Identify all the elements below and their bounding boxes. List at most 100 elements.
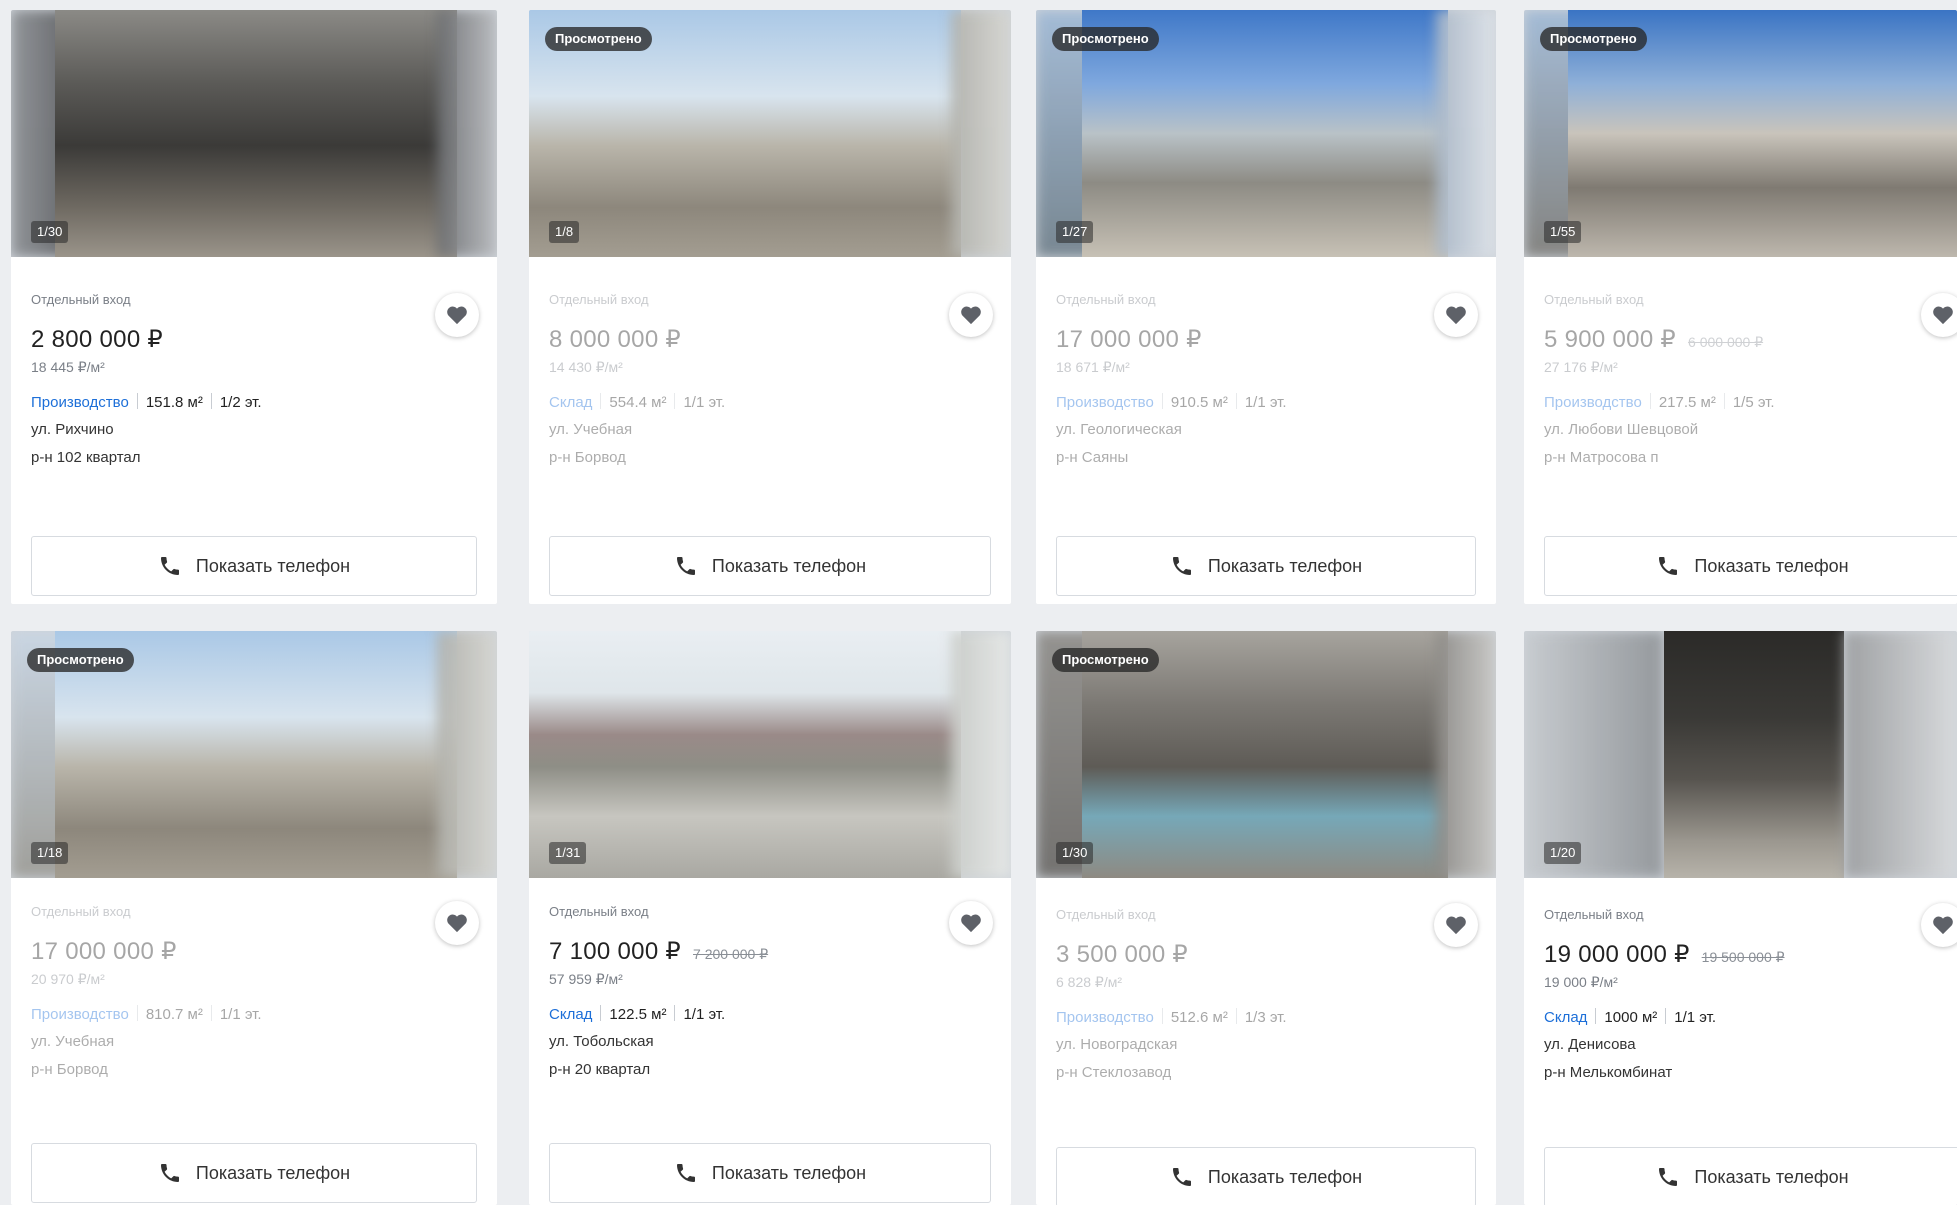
entrance-tag: Отдельный вход [1056, 907, 1156, 922]
show-phone-button[interactable]: Показать телефон [1056, 536, 1476, 596]
show-phone-button[interactable]: Показать телефон [549, 1143, 991, 1203]
show-phone-button[interactable]: Показать телефон [31, 536, 477, 596]
street: ул. Рихчино [31, 421, 114, 438]
entrance-tag: Отдельный вход [549, 292, 649, 307]
phone-icon [1659, 557, 1678, 575]
area: 810.7 м² [145, 1006, 203, 1023]
listing-card[interactable]: 1/31 Отдельный вход 7 100 000 ₽ 7 200 00… [529, 631, 1011, 1205]
listing-photo[interactable]: Просмотрено 1/30 [1036, 631, 1496, 878]
show-phone-button[interactable]: Показать телефон [549, 536, 991, 596]
show-phone-label: Показать телефон [195, 1162, 351, 1183]
listing-card[interactable]: Просмотрено 1/8 Отдельный вход 8 000 000… [529, 10, 1011, 604]
photo-counter: 1/27 [1056, 221, 1094, 243]
listing-photo[interactable]: Просмотрено 1/27 [1036, 10, 1496, 257]
price: 7 100 000 ₽ [549, 938, 682, 965]
price-per-m2: 14 430 ₽/м² [549, 359, 623, 375]
property-type-link[interactable]: Производство [1056, 1009, 1154, 1026]
price-per-m2: 20 970 ₽/м² [31, 971, 105, 987]
listing-photo[interactable]: 1/30 [11, 10, 497, 257]
property-type-link[interactable]: Склад [549, 1006, 592, 1023]
listing-card[interactable]: Просмотрено 1/27 Отдельный вход 17 000 0… [1036, 10, 1496, 604]
price: 19 000 000 ₽ [1544, 941, 1690, 968]
floor: 1/1 эт. [683, 394, 726, 411]
entrance-tag: Отдельный вход [1544, 907, 1644, 922]
street: ул. Тобольская [549, 1033, 654, 1050]
entrance-tag: Отдельный вход [1544, 292, 1644, 307]
phone-icon [160, 1164, 179, 1182]
street: ул. Учебная [549, 421, 633, 438]
photo-counter: 1/20 [1544, 842, 1582, 864]
entrance-tag: Отдельный вход [549, 904, 649, 919]
old-price: 6 000 000 ₽ [1688, 334, 1764, 350]
property-type-link[interactable]: Производство [1544, 394, 1642, 411]
show-phone-label: Показать телефон [1694, 555, 1849, 576]
entrance-tag: Отдельный вход [1056, 292, 1156, 307]
listing-card[interactable]: Просмотрено 1/30 Отдельный вход 3 500 00… [1036, 631, 1496, 1205]
price: 2 800 000 ₽ [31, 326, 164, 353]
phone-icon [1659, 1168, 1678, 1186]
floor: 1/1 эт. [683, 1006, 726, 1023]
show-phone-button[interactable]: Показать телефон [1056, 1147, 1476, 1205]
floor: 1/1 эт. [1244, 394, 1287, 411]
price: 17 000 000 ₽ [1056, 326, 1202, 353]
photo-counter: 1/31 [549, 842, 587, 864]
property-type-link[interactable]: Склад [549, 394, 592, 411]
price-per-m2: 27 176 ₽/м² [1544, 359, 1618, 375]
show-phone-button[interactable]: Показать телефон [1544, 536, 1957, 596]
district: р-н Саяны [1056, 449, 1129, 466]
street: ул. Геологическая [1056, 421, 1182, 438]
phone-icon [160, 557, 179, 575]
show-phone-label: Показать телефон [1207, 555, 1363, 576]
viewed-badge: Просмотрено [27, 648, 134, 672]
property-type-link[interactable]: Производство [31, 1006, 129, 1023]
listing-info: Отдельный вход 7 100 000 ₽ 7 200 000 ₽ 5… [549, 903, 991, 1081]
phone-icon [1172, 557, 1191, 575]
listing-card[interactable]: 1/20 Отдельный вход 19 000 000 ₽ 19 500 … [1524, 631, 1957, 1205]
phone-icon [676, 1164, 695, 1182]
viewed-badge: Просмотрено [1540, 27, 1647, 51]
price-per-m2: 19 000 ₽/м² [1544, 974, 1618, 990]
listing-photo[interactable]: Просмотрено 1/18 [11, 631, 497, 878]
area: 910.5 м² [1170, 394, 1228, 411]
show-phone-label: Показать телефон [1207, 1166, 1363, 1187]
price: 3 500 000 ₽ [1056, 941, 1189, 968]
photo-counter: 1/30 [1056, 842, 1094, 864]
listing-card[interactable]: 1/30 Отдельный вход 2 800 000 ₽ 18 445 ₽… [11, 10, 497, 604]
property-type-link[interactable]: Склад [1544, 1009, 1587, 1026]
price: 17 000 000 ₽ [31, 938, 177, 965]
street: ул. Любови Шевцовой [1544, 421, 1699, 438]
listing-photo[interactable]: 1/31 [529, 631, 1011, 878]
photo-counter: 1/30 [31, 221, 69, 243]
price-per-m2: 18 445 ₽/м² [31, 359, 105, 375]
viewed-badge: Просмотрено [545, 27, 652, 51]
listing-card[interactable]: Просмотрено 1/18 Отдельный вход 17 000 0… [11, 631, 497, 1205]
listing-info: Отдельный вход 3 500 000 ₽ 6 828 ₽/м² Пр… [1056, 906, 1476, 1084]
show-phone-button[interactable]: Показать телефон [1544, 1147, 1957, 1205]
phone-icon [676, 557, 695, 575]
price: 5 900 000 ₽ [1544, 326, 1677, 353]
listing-photo[interactable]: Просмотрено 1/55 [1524, 10, 1957, 257]
show-phone-label: Показать телефон [711, 1162, 867, 1183]
district: р-н Борвод [31, 1061, 108, 1078]
floor: 1/2 эт. [219, 394, 262, 411]
floor: 1/5 эт. [1732, 394, 1775, 411]
phone-icon [1172, 1168, 1191, 1186]
listing-card[interactable]: Просмотрено 1/55 Отдельный вход 5 900 00… [1524, 10, 1957, 604]
area: 217.5 м² [1658, 394, 1716, 411]
property-type-link[interactable]: Производство [1056, 394, 1154, 411]
property-type-link[interactable]: Производство [31, 394, 129, 411]
price: 8 000 000 ₽ [549, 326, 682, 353]
floor: 1/1 эт. [219, 1006, 262, 1023]
listing-info: Отдельный вход 2 800 000 ₽ 18 445 ₽/м² П… [31, 291, 477, 469]
listing-photo[interactable]: Просмотрено 1/8 [529, 10, 1011, 257]
street: ул. Учебная [31, 1033, 115, 1050]
listing-photo[interactable]: 1/20 [1524, 631, 1957, 878]
price-per-m2: 57 959 ₽/м² [549, 971, 623, 987]
viewed-badge: Просмотрено [1052, 27, 1159, 51]
old-price: 7 200 000 ₽ [693, 946, 769, 962]
district: р-н Мелькомбинат [1544, 1064, 1673, 1081]
photo-counter: 1/55 [1544, 221, 1582, 243]
listing-info: Отдельный вход 17 000 000 ₽ 20 970 ₽/м² … [31, 903, 477, 1081]
show-phone-button[interactable]: Показать телефон [31, 1143, 477, 1203]
listing-info: Отдельный вход 17 000 000 ₽ 18 671 ₽/м² … [1056, 291, 1476, 469]
